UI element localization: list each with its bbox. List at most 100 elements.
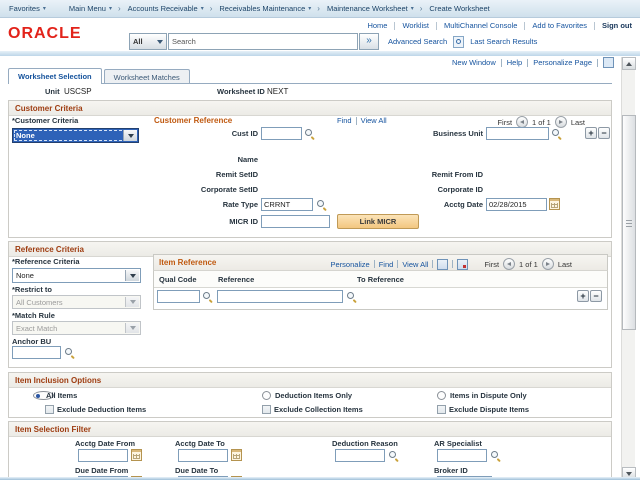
chevron-down-icon: ▾ [411,5,414,12]
business-unit-input[interactable] [486,127,549,140]
first-label: First [497,118,512,127]
previous-row-icon[interactable] [503,258,515,270]
copy-url-icon[interactable] [603,57,614,68]
link-micr-button[interactable]: Link MICR [337,214,419,229]
next-row-icon[interactable] [555,116,567,128]
checkbox-exclude-collection-items[interactable] [262,405,271,414]
help-link[interactable]: Help [507,58,522,67]
find-link[interactable]: Find [379,260,394,269]
oracle-logo: ORACLE [8,25,82,43]
select-arrow-button[interactable] [125,270,139,281]
column-reference: Reference [218,275,254,284]
breadcrumb-separator-icon: › [317,4,320,13]
checkbox-exclude-dispute-items[interactable] [437,405,446,414]
acctg-date-from-calendar-icon[interactable] [131,449,142,461]
column-to-reference: To Reference [357,275,404,284]
anchor-bu-input[interactable] [12,346,61,359]
cust-id-input[interactable] [261,127,302,140]
multichannel-console-link[interactable]: MultiChannel Console [444,21,517,30]
view-all-link[interactable]: View All [402,260,428,269]
radio-items-in-dispute-only[interactable] [437,391,446,400]
select-arrow-button [125,297,139,307]
acctg-date-from-input[interactable] [78,449,128,462]
ar-specialist-input[interactable] [437,449,487,462]
cust-id-lookup-icon[interactable] [304,128,315,139]
add-row-button[interactable]: + [577,290,589,302]
find-link[interactable]: Find [337,116,352,125]
ar-specialist-label: AR Specialist [434,439,482,448]
reference-input[interactable] [217,290,343,303]
rate-type-input[interactable] [261,198,313,211]
scrollbar-thumb[interactable] [622,115,636,330]
next-row-icon[interactable] [542,258,554,270]
business-unit-lookup-icon[interactable] [551,128,562,139]
anchor-bu-lookup-icon[interactable] [64,347,75,358]
radio-deduction-items-only[interactable] [262,391,271,400]
reference-lookup-icon[interactable] [346,291,357,302]
ar-specialist-lookup-icon[interactable] [490,450,501,461]
checkbox-exclude-collection-items-label: Exclude Collection Items [274,405,363,414]
deduction-reason-lookup-icon[interactable] [388,450,399,461]
home-link[interactable]: Home [367,21,387,30]
tab-worksheet-selection[interactable]: Worksheet Selection [8,68,102,84]
customer-reference-title: Customer Reference [154,116,232,125]
last-search-results-link[interactable]: Last Search Results [470,37,537,46]
breadcrumb-main-menu[interactable]: Main Menu [66,4,109,13]
corporate-id-label: Corporate ID [385,185,483,194]
item-selection-filter-title: Item Selection Filter [15,425,91,434]
delete-row-button[interactable]: − [590,290,602,302]
advanced-search-link[interactable]: Advanced Search [388,37,447,46]
select-arrow-button[interactable] [123,130,137,141]
acctg-date-to-calendar-icon[interactable] [231,449,242,461]
breadcrumb-favorites[interactable]: Favorites [6,4,43,13]
qual-code-input[interactable] [157,290,200,303]
personalize-link[interactable]: Personalize [331,260,370,269]
match-rule-select: Exact Match [12,321,141,335]
deduction-reason-input[interactable] [335,449,385,462]
search-input[interactable] [168,33,358,50]
restrict-to-selected-value: All Customers [16,298,63,307]
breadcrumb-receivables-maintenance[interactable]: Receivables Maintenance [216,4,308,13]
breadcrumb-accounts-receivable[interactable]: Accounts Receivable [125,4,201,13]
zoom-grid-icon[interactable] [457,259,468,270]
chevron-down-icon: ▾ [201,5,204,12]
rate-type-lookup-icon[interactable] [316,199,327,210]
delete-row-button[interactable]: − [598,127,610,139]
scroll-up-button[interactable] [622,57,636,70]
new-window-link[interactable]: New Window [452,58,496,67]
tab-worksheet-matches[interactable]: Worksheet Matches [104,69,190,84]
rate-type-label: Rate Type [160,200,258,209]
acctg-date-input[interactable] [486,198,547,211]
sign-out-link[interactable]: Sign out [602,21,632,30]
radio-all-items-label: All Items [46,391,77,400]
download-icon[interactable] [437,259,448,270]
search-scope-select[interactable]: All [129,33,167,50]
search-scope-value: All [133,37,143,46]
worksheet-id-label: Worksheet ID [217,87,265,96]
vertical-scrollbar[interactable] [621,57,635,480]
radio-deduction-items-only-label: Deduction Items Only [275,391,352,400]
radio-items-in-dispute-only-label: Items in Dispute Only [450,391,527,400]
checkbox-exclude-dispute-items-label: Exclude Dispute Items [449,405,529,414]
qual-code-lookup-icon[interactable] [202,291,213,302]
worklist-link[interactable]: Worklist [402,21,429,30]
view-all-link[interactable]: View All [361,116,387,125]
breadcrumb-separator-icon: › [118,4,121,13]
restrict-to-select: All Customers [12,295,141,309]
search-go-button[interactable]: » [359,33,379,50]
personalize-page-link[interactable]: Personalize Page [533,58,592,67]
reference-criteria-select[interactable]: None [12,268,141,283]
acctg-date-to-input[interactable] [178,449,228,462]
customer-criteria-title: Customer Criteria [15,104,83,113]
name-label: Name [160,155,258,164]
breadcrumb-maintenance-worksheet[interactable]: Maintenance Worksheet [324,4,411,13]
add-to-favorites-link[interactable]: Add to Favorites [532,21,587,30]
corporate-setid-label: Corporate SetID [160,185,258,194]
micr-id-input[interactable] [261,215,330,228]
add-row-button[interactable]: + [585,127,597,139]
acctg-date-calendar-icon[interactable] [549,198,560,210]
customer-criteria-header: Customer Criteria [9,101,611,116]
customer-criteria-select[interactable]: None [12,128,139,143]
row-count: 1 of 1 [519,260,538,269]
checkbox-exclude-deduction-items[interactable] [45,405,54,414]
